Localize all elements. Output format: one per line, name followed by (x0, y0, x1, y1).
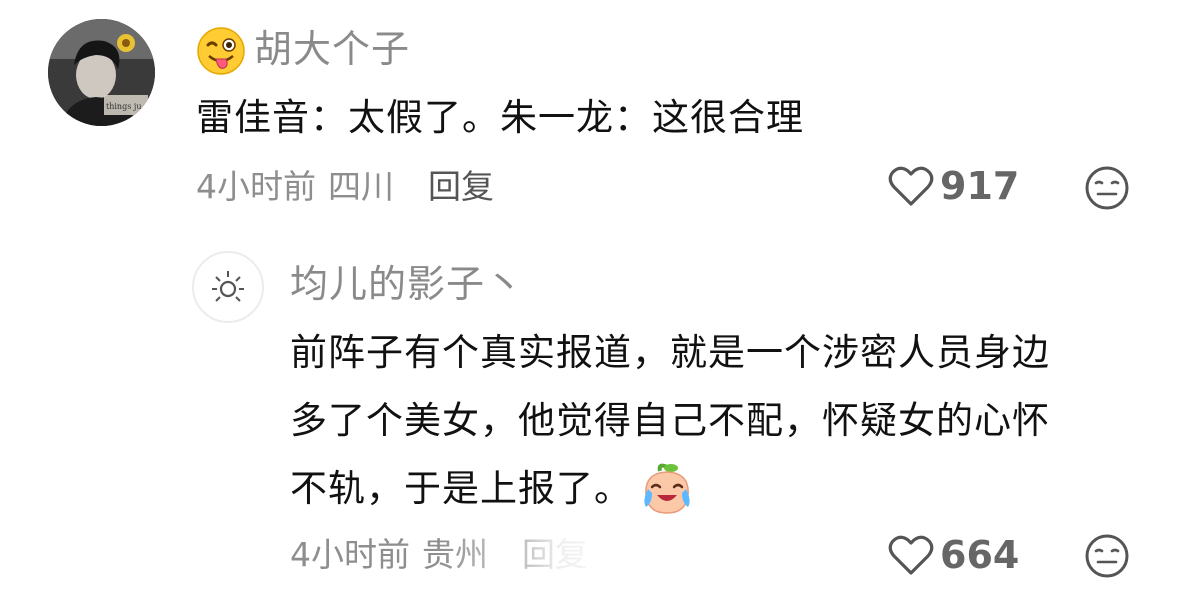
winking-tongue-emoji (197, 27, 245, 75)
comment-meta: 4小时前 四川 回复 (196, 170, 494, 203)
reply-like-count: 664 (940, 533, 1020, 577)
like-button[interactable]: 917 (888, 164, 1019, 208)
reply-avatar[interactable] (192, 251, 264, 323)
neutral-face-icon[interactable] (1084, 165, 1130, 211)
comment-text: 雷佳音：太假了。朱一龙：这很合理 (196, 96, 804, 139)
heart-outline-icon (888, 166, 934, 206)
heart-outline-icon (888, 535, 934, 575)
reply-button[interactable]: 回复 (428, 170, 494, 203)
reply-like-button[interactable]: 664 (888, 533, 1019, 577)
reply-meta: 4小时前 贵州 回复 (290, 538, 588, 571)
reply-text-line-2: 多了个美女，他觉得自己不配，怀疑女的心怀 (290, 399, 1050, 442)
reply-text-line-1: 前阵子有个真实报道，就是一个涉密人员身边 (290, 331, 1050, 374)
reply-reply-button[interactable]: 回复 (522, 538, 588, 571)
comment-thread: things ju 胡大个子 雷佳音：太假了。朱一龙：这很合理 4小时前 四川 … (0, 0, 1179, 601)
reply-text-line-3-text: 不轨，于是上报了。 (290, 467, 632, 510)
crying-laughing-peach-emoji (644, 463, 690, 514)
reply-location: 贵州 (422, 535, 488, 574)
like-count: 917 (940, 164, 1020, 208)
reply-timestamp: 4小时前 (290, 535, 410, 574)
username[interactable]: 胡大个子 (254, 30, 410, 68)
avatar[interactable]: things ju (48, 19, 155, 126)
neutral-face-icon[interactable] (1084, 533, 1130, 579)
timestamp: 4小时前 (196, 167, 316, 206)
portrait-avatar: things ju (48, 19, 155, 126)
sun-icon (212, 271, 244, 302)
avatar-caption: things ju (106, 102, 141, 111)
reply-text-line-3: 不轨，于是上报了。 (290, 455, 696, 523)
reply-username[interactable]: 均儿的影子丶 (290, 265, 524, 303)
location: 四川 (328, 167, 394, 206)
